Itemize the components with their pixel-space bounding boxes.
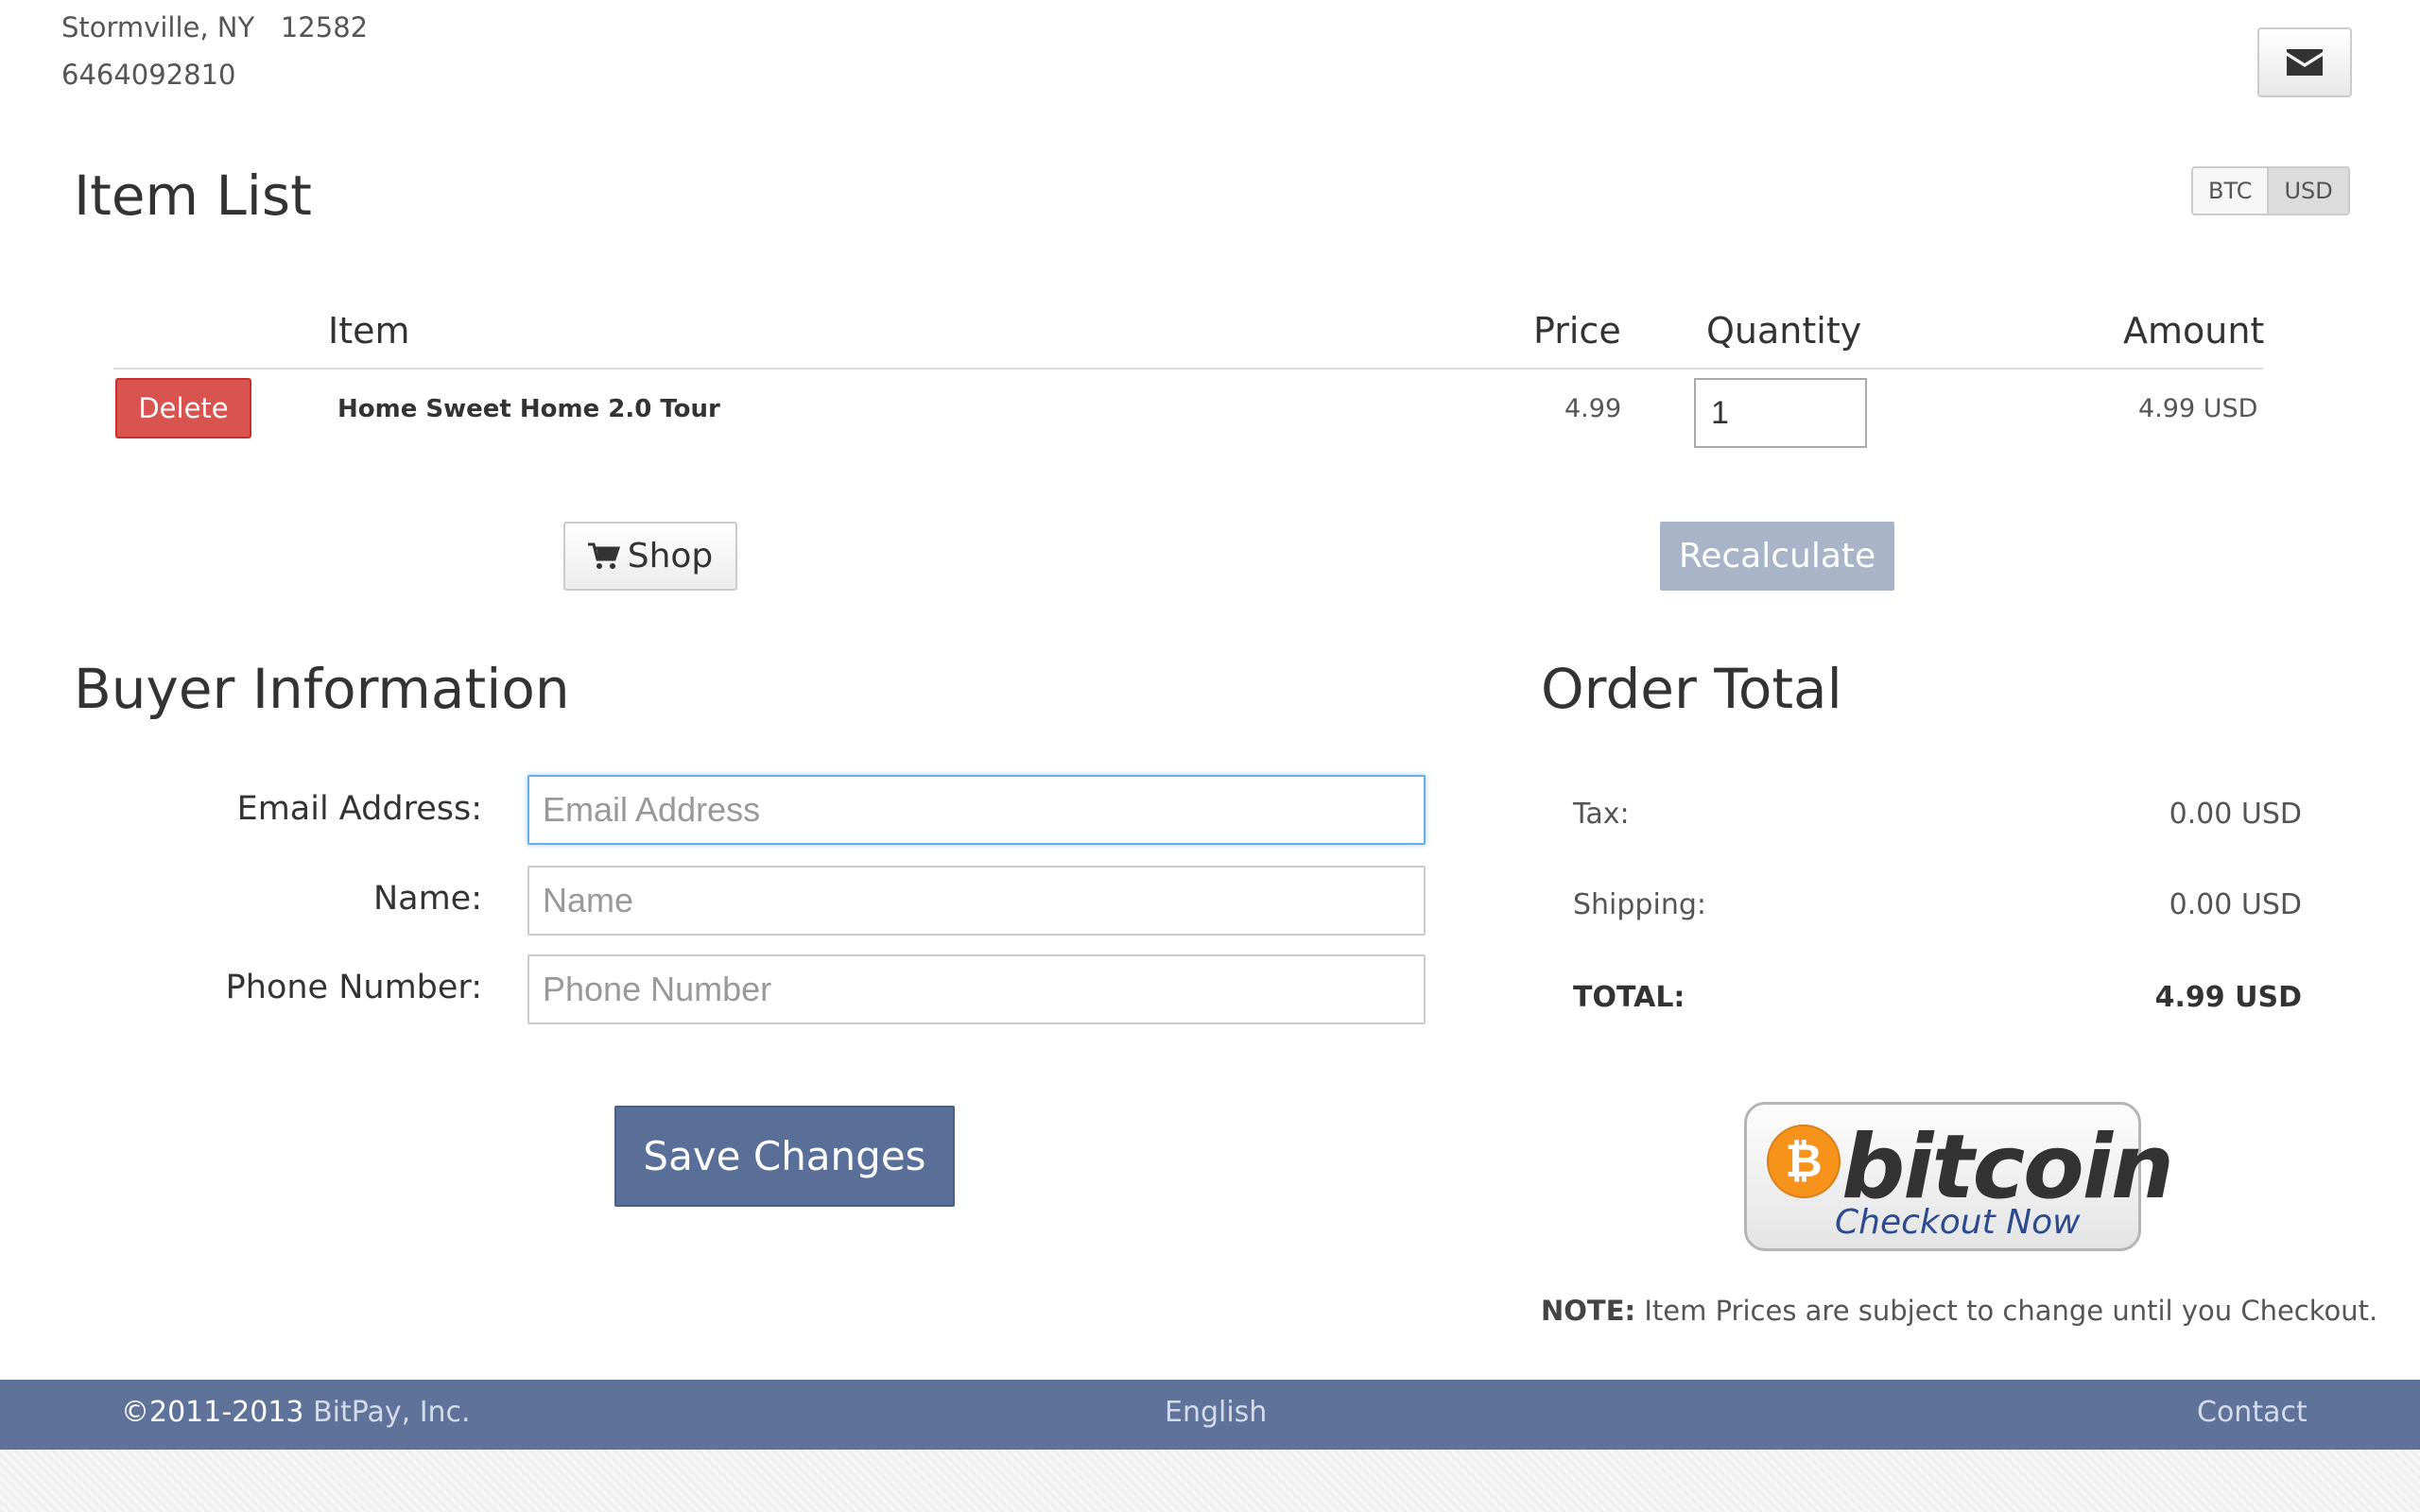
buyer-information-title: Buyer Information xyxy=(74,657,570,721)
currency-usd-button[interactable]: USD xyxy=(2267,166,2350,215)
email-field[interactable] xyxy=(527,775,1426,845)
total-label: TOTAL: xyxy=(1573,981,1685,1014)
column-header-amount: Amount xyxy=(2123,310,2265,352)
item-amount: 4.99 USD xyxy=(2138,394,2258,423)
phone-line: 6464092810 xyxy=(61,59,236,91)
page-background-strip xyxy=(0,1450,2420,1512)
table-divider xyxy=(113,368,2263,369)
bitcoin-icon: ₿ xyxy=(1767,1125,1841,1198)
shop-label: Shop xyxy=(627,537,714,576)
name-field[interactable] xyxy=(527,866,1426,936)
currency-toggle: BTC USD xyxy=(2191,166,2350,215)
cart-icon xyxy=(587,542,620,569)
language-link[interactable]: English xyxy=(1165,1396,1267,1429)
checkout-now-label: Checkout Now xyxy=(1835,1203,2081,1242)
item-name: Home Sweet Home 2.0 Tour xyxy=(337,395,720,423)
price-note: NOTE: Item Prices are subject to change … xyxy=(1541,1295,2377,1327)
bitcoin-symbol: ₿ xyxy=(1785,1135,1822,1188)
shop-button[interactable]: Shop xyxy=(563,522,737,591)
envelope-icon xyxy=(2287,49,2323,76)
save-changes-button[interactable]: Save Changes xyxy=(614,1106,955,1207)
contact-link[interactable]: Contact xyxy=(2197,1396,2308,1429)
item-price: 4.99 xyxy=(1564,394,1622,423)
item-list-title: Item List xyxy=(74,163,312,228)
tax-label: Tax: xyxy=(1573,798,1630,831)
phone-label: Phone Number: xyxy=(225,969,482,1006)
column-header-quantity: Quantity xyxy=(1706,310,1862,352)
shipping-value: 0.00 USD xyxy=(2169,888,2302,921)
note-prefix: NOTE: xyxy=(1541,1295,1636,1327)
company-link[interactable]: BitPay, Inc. xyxy=(304,1396,471,1429)
email-label: Email Address: xyxy=(236,790,482,828)
currency-btc-button[interactable]: BTC xyxy=(2191,166,2268,215)
recalculate-button[interactable]: Recalculate xyxy=(1660,522,1894,591)
column-header-item: Item xyxy=(328,310,410,352)
tax-value: 0.00 USD xyxy=(2169,798,2302,831)
shipping-label: Shipping: xyxy=(1573,888,1706,921)
delete-button[interactable]: Delete xyxy=(115,378,251,438)
address-line: Stormville, NY 12582 xyxy=(61,11,369,43)
total-value: 4.99 USD xyxy=(2154,981,2302,1014)
phone-field[interactable] xyxy=(527,954,1426,1024)
bitcoin-checkout-button[interactable]: ₿ bitcoin Checkout Now xyxy=(1744,1102,2174,1251)
order-total-title: Order Total xyxy=(1541,657,1842,721)
column-header-price: Price xyxy=(1533,310,1621,352)
quantity-input[interactable] xyxy=(1694,378,1867,448)
email-button[interactable] xyxy=(2257,27,2352,97)
name-label: Name: xyxy=(372,880,482,918)
footer-copyright: ©2011-2013 BitPay, Inc. xyxy=(121,1396,471,1429)
note-text: Item Prices are subject to change until … xyxy=(1635,1295,2378,1327)
copyright-years: ©2011-2013 xyxy=(121,1396,304,1429)
